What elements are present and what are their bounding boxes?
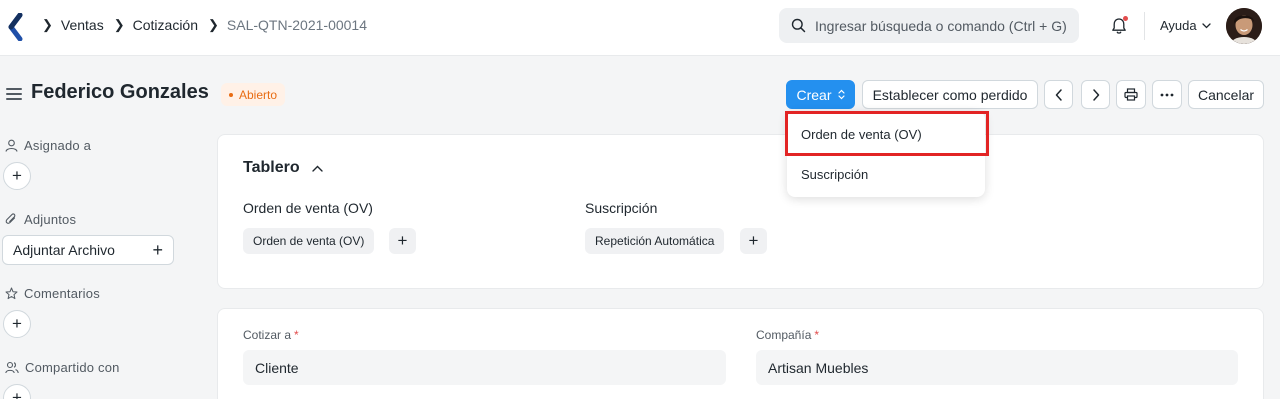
avatar[interactable] [1226, 8, 1262, 44]
more-options-button[interactable] [1152, 80, 1182, 109]
sales-order-link[interactable]: Orden de venta (OV) [243, 228, 375, 254]
add-share-button[interactable]: + [3, 384, 31, 399]
ellipsis-icon [1160, 93, 1174, 96]
help-dropdown[interactable]: Ayuda [1160, 18, 1211, 33]
top-navbar: ❯ Ventas ❯ Cotización ❯ SAL-QTN-2021-000… [0, 0, 1280, 56]
status-dot [229, 92, 233, 97]
chevron-right-icon: ❯ [113, 17, 125, 32]
comments-label: Comentarios [5, 286, 100, 301]
star-icon [5, 287, 18, 300]
dashboard-group-label: Orden de venta (OV) [243, 200, 373, 216]
required-marker: * [294, 328, 299, 342]
search-input[interactable]: Ingresar búsqueda o comando (Ctrl + G) [779, 8, 1079, 43]
chevron-up-icon [311, 165, 323, 172]
set-lost-button[interactable]: Establecer como perdido [862, 80, 1038, 109]
dashboard-group-label: Suscripción [585, 200, 658, 216]
chevron-right-icon [1092, 88, 1099, 101]
attachments-text: Adjuntos [24, 212, 77, 227]
create-button-label: Crear [796, 86, 832, 103]
highlight-box [785, 111, 989, 156]
attach-file-label: Adjuntar Archivo [13, 242, 115, 258]
cancel-button-label: Cancelar [1197, 86, 1255, 103]
dashboard-card [217, 134, 1264, 289]
quote-to-label: Cotizar a * [243, 328, 299, 342]
breadcrumb: ❯ Ventas ❯ Cotización ❯ SAL-QTN-2021-000… [42, 17, 377, 33]
chevron-down-icon [1201, 22, 1211, 28]
add-comment-button[interactable]: + [3, 310, 31, 338]
chevron-right-icon: ❯ [208, 17, 219, 32]
breadcrumb-cotizacion[interactable]: Cotización [133, 17, 198, 33]
comments-text: Comentarios [24, 286, 100, 301]
add-sales-order-button[interactable]: + [389, 228, 416, 254]
paperclip-icon [5, 213, 16, 224]
notification-dot [1123, 16, 1128, 21]
company-label: Compañía * [756, 328, 819, 342]
cancel-button[interactable]: Cancelar [1188, 80, 1264, 109]
breadcrumb-ventas[interactable]: Ventas [61, 17, 104, 33]
printer-icon [1124, 88, 1138, 101]
required-marker: * [814, 328, 820, 342]
print-button[interactable] [1116, 80, 1146, 109]
users-icon [5, 361, 19, 374]
add-assignee-button[interactable]: + [3, 162, 31, 190]
attach-file-button[interactable]: Adjuntar Archivo + [2, 235, 174, 265]
breadcrumb-document[interactable]: SAL-QTN-2021-00014 [227, 17, 367, 33]
set-lost-label: Establecer como perdido [872, 86, 1028, 103]
sidebar-toggle-icon[interactable] [6, 88, 22, 100]
chevron-right-icon: ❯ [42, 17, 53, 32]
help-label: Ayuda [1160, 18, 1197, 33]
status-badge: Abierto [221, 83, 286, 106]
status-label: Abierto [239, 87, 278, 102]
shared-with-label: Compartido con [5, 360, 120, 375]
add-auto-repeat-button[interactable]: + [740, 228, 767, 254]
notifications-button[interactable] [1109, 16, 1129, 36]
dashboard-title: Tablero [243, 159, 300, 176]
assigned-to-label: Asignado a [5, 138, 91, 153]
shared-with-text: Compartido con [25, 360, 120, 375]
previous-button[interactable] [1044, 80, 1073, 109]
page-title: Federico Gonzales [31, 81, 209, 103]
quote-to-label-text: Cotizar a [243, 328, 292, 342]
chevron-left-icon [1055, 88, 1062, 101]
quote-to-field[interactable]: Cliente [243, 350, 726, 385]
avatar-photo [1226, 8, 1262, 44]
company-field[interactable]: Artisan Muebles [756, 350, 1238, 385]
menu-item-subscription[interactable]: Suscripción [801, 167, 868, 182]
next-button[interactable] [1081, 80, 1110, 109]
company-label-text: Compañía [756, 328, 812, 342]
auto-repeat-link[interactable]: Repetición Automática [585, 228, 725, 254]
logo-icon[interactable] [8, 13, 24, 41]
search-placeholder: Ingresar búsqueda o comando (Ctrl + G) [815, 17, 1067, 34]
assigned-to-text: Asignado a [24, 138, 92, 153]
create-button[interactable]: Crear [786, 80, 855, 109]
plus-icon: + [152, 239, 163, 260]
chevron-updown-icon [837, 89, 845, 100]
dashboard-section-toggle[interactable]: Tablero [243, 159, 323, 177]
navbar-divider [1144, 12, 1145, 40]
attachments-label: Adjuntos [5, 212, 76, 227]
search-icon [791, 18, 806, 33]
user-icon [5, 139, 18, 152]
